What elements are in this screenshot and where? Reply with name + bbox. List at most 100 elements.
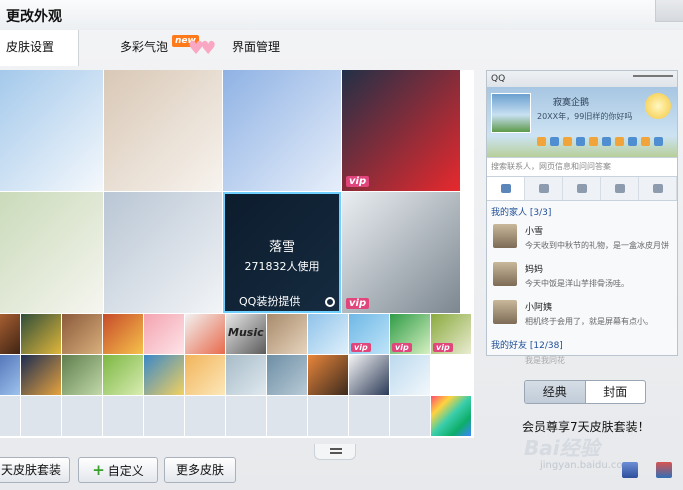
skin-tile-small[interactable]: vip: [390, 314, 431, 355]
skin-tile-snow-forest[interactable]: [104, 192, 223, 314]
skin-tile-small[interactable]: [144, 314, 185, 355]
vip-badge: vip: [346, 176, 370, 187]
preview-window-title: QQ: [491, 74, 506, 84]
cover-mode-button[interactable]: 封面: [586, 381, 646, 403]
skin-tile-selected-snow[interactable]: 落雪 271832人使用 QQ装扮提供: [223, 192, 342, 314]
skin-tile-small[interactable]: [308, 314, 349, 355]
empty-skin-slot: [226, 396, 267, 437]
skin-pack-button[interactable]: 天皮肤套装: [0, 457, 70, 483]
skin-tile-small[interactable]: [185, 355, 226, 396]
app-icon: [654, 137, 663, 146]
skin-tile-small[interactable]: [144, 355, 185, 396]
contacts-tab-icon: [487, 177, 525, 200]
plus-icon: +: [92, 461, 105, 479]
wardrobe-icon[interactable]: [656, 462, 672, 478]
skin-grid: vip 落雪 271832人使用 QQ装扮提供 vip Music vip vip vip: [0, 70, 474, 438]
preview-tabs: [487, 177, 677, 201]
app-icon: [589, 137, 598, 146]
skin-tile-small[interactable]: [62, 314, 103, 355]
status-icon-row: [537, 137, 673, 149]
skin-tile-small[interactable]: [226, 355, 267, 396]
window-title: 更改外观: [6, 9, 62, 25]
app-icon: [628, 137, 637, 146]
skin-tile-small[interactable]: vip: [431, 314, 472, 355]
app-icon: [576, 137, 585, 146]
empty-skin-slot: [349, 396, 390, 437]
tab-bar: 皮肤设置 多彩气泡 new 界面管理: [0, 30, 683, 66]
skin-tile-small[interactable]: [0, 355, 21, 396]
watermark-logo: Bai经验: [524, 436, 600, 460]
hearts-decoration-icon: ♥♥: [188, 38, 216, 59]
contact-message: 相机终于会用了，就是屏幕有点小。: [525, 317, 653, 326]
skin-tile-small[interactable]: [103, 355, 144, 396]
contact-message: 今天收到中秋节的礼物，是一盒冰皮月饼: [525, 241, 669, 250]
zoom-icon[interactable]: [325, 297, 335, 307]
app-icon: [641, 137, 650, 146]
skin-tile-small[interactable]: [390, 355, 431, 396]
app-icon: [550, 137, 559, 146]
avatar: [493, 224, 517, 248]
skin-tile-snow-doll-red-hood[interactable]: vip: [342, 70, 461, 192]
skin-tile-small[interactable]: [308, 355, 349, 396]
close-button[interactable]: [655, 0, 683, 22]
vip-badge: vip: [433, 343, 453, 352]
app-icon: [615, 137, 624, 146]
customize-button[interactable]: + 自定义: [78, 457, 158, 483]
group-header: 我的家人 [3/3]: [491, 208, 552, 218]
skin-tile-snowmen[interactable]: [0, 192, 104, 314]
skin-tile-winter-path[interactable]: [104, 70, 223, 192]
tab-label: 界面管理: [232, 40, 281, 54]
preview-header: 寂寞企鹅 20XX年，99旧样的你好吗: [487, 87, 677, 157]
skin-tile-small[interactable]: [0, 314, 21, 355]
tile-label: Music: [228, 326, 264, 339]
skin-tile-small[interactable]: [21, 314, 62, 355]
tab-label: 皮肤设置: [6, 40, 55, 54]
calendar-icon[interactable]: [622, 462, 638, 478]
skin-tile-small[interactable]: [267, 314, 308, 355]
more-skins-button[interactable]: 更多皮肤: [164, 457, 236, 483]
app-icon: [537, 137, 546, 146]
skin-tile-small[interactable]: [21, 355, 62, 396]
skin-tile-small[interactable]: vip: [349, 314, 390, 355]
contact-item: 妈妈 今天中饭是洋山芋排骨汤哇。: [487, 258, 677, 296]
empty-skin-slot: [267, 396, 308, 437]
avatar: [493, 300, 517, 324]
collapse-grip-icon[interactable]: [314, 444, 356, 460]
app-icon: [563, 137, 572, 146]
skin-tile-bird-branch[interactable]: [223, 70, 342, 192]
vip-badge: vip: [346, 298, 370, 309]
skin-tile-small[interactable]: [267, 355, 308, 396]
watermark-url: jingyan.baidu.com: [540, 460, 633, 471]
tab-skin-settings[interactable]: 皮肤设置: [0, 30, 80, 66]
more-skins-label: 更多皮肤: [175, 463, 224, 477]
empty-skin-slot: [390, 396, 431, 437]
vip-badge: vip: [351, 343, 371, 352]
preview-mode-switch: 经典 封面: [524, 380, 646, 404]
empty-skin-slot: [62, 396, 103, 437]
tab-colorful-bubbles[interactable]: 多彩气泡 new: [120, 30, 199, 66]
preview-search-input: 搜索联系人，网页信息和问问答案: [487, 157, 677, 177]
preview-signature: 20XX年，99旧样的你好吗: [537, 112, 633, 121]
skin-tile-small[interactable]: [349, 355, 390, 396]
skin-tile-sky-clouds[interactable]: [0, 70, 104, 192]
faded-contact: 我是我同花: [525, 356, 565, 365]
selected-skin-overlay: 落雪 271832人使用 QQ装扮提供: [223, 192, 341, 313]
skin-tile-pagoda-snow[interactable]: vip: [342, 192, 461, 314]
avatar: [491, 93, 531, 133]
classic-mode-button[interactable]: 经典: [525, 381, 586, 403]
contact-name: 小阿姨: [525, 303, 553, 313]
empty-skin-slot: [21, 396, 62, 437]
discussion-tab-icon: [563, 177, 601, 200]
empty-skin-slot: [144, 396, 185, 437]
group-header: 我的好友 [12/38]: [491, 341, 563, 351]
contact-item: 小雪 今天收到中秋节的礼物，是一盒冰皮月饼: [487, 220, 677, 258]
skin-user-count: 271832人使用: [244, 260, 320, 273]
skin-tile-small[interactable]: [103, 314, 144, 355]
skin-tile-rainbow[interactable]: [431, 396, 472, 437]
tab-interface-management[interactable]: 界面管理: [232, 30, 280, 66]
title-bar: 更改外观: [0, 0, 683, 30]
skin-tile-small[interactable]: Music: [226, 314, 267, 355]
skin-tile-small[interactable]: [185, 314, 226, 355]
contact-name: 妈妈: [525, 265, 544, 275]
skin-tile-small[interactable]: [62, 355, 103, 396]
